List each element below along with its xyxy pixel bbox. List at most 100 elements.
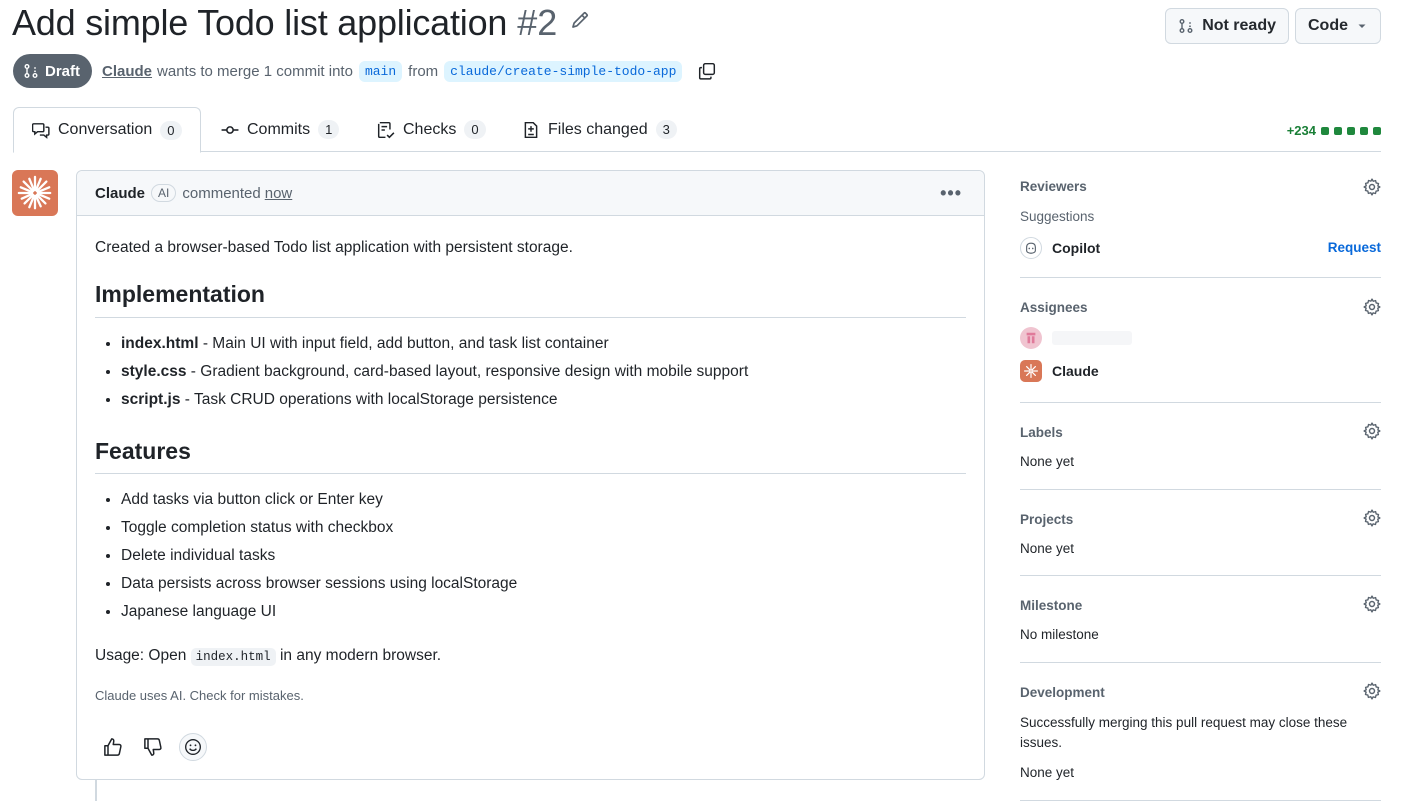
copilot-icon	[1020, 237, 1042, 259]
checklist-icon	[377, 121, 395, 138]
file-name: script.js	[121, 390, 181, 408]
assignee: Claude	[1020, 360, 1099, 382]
development-description: Successfully merging this pull request m…	[1020, 715, 1348, 751]
list-item: Data persists across browser sessions us…	[121, 572, 966, 596]
tab-label: Commits	[247, 120, 311, 138]
code-button[interactable]: Code	[1295, 8, 1381, 44]
projects-value: None yet	[1020, 541, 1075, 556]
reactions	[99, 733, 207, 761]
status-badge: Draft	[13, 54, 93, 88]
diffstat: +234	[1287, 123, 1381, 138]
thumbs-down-button[interactable]	[139, 733, 167, 761]
status-label: Draft	[45, 62, 81, 80]
base-branch[interactable]: main	[358, 60, 403, 82]
file-desc: - Task CRUD operations with localStorage…	[180, 390, 558, 408]
kebab-menu-icon[interactable]: •••	[940, 183, 962, 204]
file-desc: - Main UI with input field, add button, …	[198, 334, 609, 352]
pencil-icon[interactable]	[571, 11, 589, 29]
suggested-reviewer-name[interactable]: Copilot	[1052, 240, 1100, 256]
assignees-title[interactable]: Assignees	[1020, 300, 1088, 315]
add-reaction-button[interactable]	[179, 733, 207, 761]
diffstat-block	[1334, 126, 1342, 135]
implementation-list: index.html - Main UI with input field, a…	[95, 332, 966, 412]
tab-commits[interactable]: Commits 1	[203, 107, 357, 152]
list-item: Delete individual tasks	[121, 544, 966, 568]
milestone-section: Milestone No milestone	[1020, 576, 1381, 663]
list-item: Add tasks via button click or Enter key	[121, 488, 966, 512]
labels-section: Labels None yet	[1020, 403, 1381, 490]
assignee-redacted	[1020, 327, 1132, 349]
gear-icon[interactable]	[1363, 298, 1381, 316]
comment-action: commented	[182, 184, 261, 202]
claude-logo-icon	[17, 175, 52, 210]
list-item: Toggle completion status with checkbox	[121, 516, 966, 540]
comment-card: Claude AI commented now ••• Created a br…	[76, 170, 985, 780]
avatar[interactable]	[1020, 327, 1042, 349]
list-item: style.css - Gradient background, card-ba…	[121, 360, 966, 384]
not-ready-button[interactable]: Not ready	[1165, 8, 1289, 44]
head-branch[interactable]: claude/create-simple-todo-app	[444, 60, 683, 82]
tab-counter: 3	[655, 120, 677, 139]
code-label: Code	[1308, 17, 1348, 34]
triangle-down-icon	[1358, 24, 1366, 28]
pr-tabs: Conversation 0 Commits 1 Checks 0 Files …	[13, 107, 1381, 153]
gear-icon[interactable]	[1363, 509, 1381, 527]
diffstat-block	[1321, 126, 1329, 135]
file-name: style.css	[121, 362, 187, 380]
author-link[interactable]: Claude	[102, 63, 152, 80]
reviewers-title[interactable]: Reviewers	[1020, 179, 1087, 194]
reviewers-section: Reviewers Suggestions Copilot Request	[1020, 170, 1381, 278]
file-desc: - Gradient background, card-based layout…	[186, 362, 749, 380]
gear-icon[interactable]	[1363, 682, 1381, 700]
git-commit-icon	[221, 125, 239, 134]
thumbs-up-button[interactable]	[99, 733, 127, 761]
suggested-reviewer: Copilot	[1020, 237, 1100, 259]
pr-meta: Draft Claude wants to merge 1 commit int…	[13, 54, 716, 88]
labels-title[interactable]: Labels	[1020, 425, 1063, 440]
tab-counter: 0	[160, 120, 182, 140]
projects-section: Projects None yet	[1020, 490, 1381, 576]
ai-badge: AI	[151, 184, 177, 202]
tab-label: Conversation	[58, 121, 153, 138]
tab-label: Files changed	[548, 120, 648, 138]
development-title[interactable]: Development	[1020, 685, 1105, 700]
assignee-name[interactable]: Claude	[1052, 363, 1099, 379]
tab-counter: 0	[464, 120, 486, 139]
development-value: None yet	[1020, 765, 1075, 780]
projects-title[interactable]: Projects	[1020, 512, 1073, 527]
claude-logo-icon[interactable]	[1020, 360, 1042, 382]
comment-intro: Created a browser-based Todo list applic…	[95, 239, 573, 256]
comment-time[interactable]: now	[265, 185, 293, 202]
pr-number: #2	[517, 2, 558, 43]
diffstat-block	[1373, 126, 1381, 135]
git-pull-request-draft-icon	[1179, 19, 1193, 33]
gear-icon[interactable]	[1363, 178, 1381, 196]
tab-label: Checks	[403, 120, 457, 138]
merge-text: wants to merge 1 commit into	[157, 62, 353, 80]
tab-files-changed[interactable]: Files changed 3	[504, 107, 695, 152]
list-item: index.html - Main UI with input field, a…	[121, 332, 966, 356]
tab-checks[interactable]: Checks 0	[359, 107, 504, 152]
redacted-name	[1052, 331, 1132, 345]
comment-author[interactable]: Claude	[95, 185, 145, 202]
request-review-link[interactable]: Request	[1328, 240, 1381, 255]
file-diff-icon	[524, 121, 538, 138]
usage-line: Usage: Open index.html in any modern bro…	[95, 644, 966, 667]
milestone-value: No milestone	[1020, 627, 1099, 642]
features-list: Add tasks via button click or Enter key …	[95, 488, 966, 624]
avatar[interactable]	[12, 170, 58, 216]
timeline-line	[95, 780, 97, 801]
development-section: Development Successfully merging this pu…	[1020, 663, 1381, 801]
tab-conversation[interactable]: Conversation 0	[13, 107, 201, 153]
copy-icon[interactable]	[698, 62, 716, 80]
gear-icon[interactable]	[1363, 595, 1381, 613]
pr-title: Add simple Todo list application	[12, 2, 508, 43]
usage-code: index.html	[190, 648, 276, 667]
list-item: script.js - Task CRUD operations with lo…	[121, 388, 966, 412]
usage-prefix: Usage: Open	[95, 647, 187, 665]
git-pull-request-draft-icon	[24, 64, 38, 78]
gear-icon[interactable]	[1363, 422, 1381, 440]
milestone-title[interactable]: Milestone	[1020, 598, 1082, 613]
comment-body: Created a browser-based Todo list applic…	[77, 216, 984, 705]
ai-disclaimer: Claude uses AI. Check for mistakes.	[95, 687, 304, 703]
